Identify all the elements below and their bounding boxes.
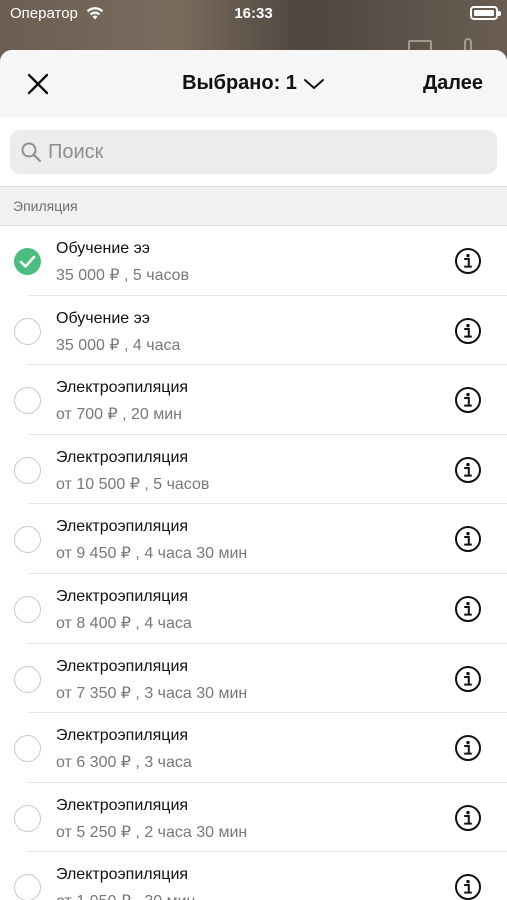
service-row[interactable]: Электроэпиляция от 1 050 ₽ , 30 мин bbox=[0, 852, 507, 900]
radio-unchecked-icon[interactable] bbox=[14, 456, 41, 484]
service-name: Электроэпиляция bbox=[56, 657, 189, 675]
info-icon[interactable] bbox=[454, 525, 482, 553]
service-row[interactable]: Обучение ээ 35 000 ₽ , 4 часа bbox=[0, 296, 507, 366]
radio-unchecked-icon[interactable] bbox=[14, 735, 41, 763]
selected-count-dropdown[interactable]: Выбрано: 1 bbox=[182, 72, 325, 95]
radio-unchecked-icon[interactable] bbox=[14, 874, 41, 900]
status-time: 16:33 bbox=[234, 5, 273, 22]
radio-unchecked-icon[interactable] bbox=[14, 387, 41, 415]
service-price-duration: от 9 450 ₽ , 4 часа 30 мин bbox=[56, 545, 248, 563]
service-price-duration: от 700 ₽ , 20 мин bbox=[56, 406, 182, 424]
service-row[interactable]: Электроэпиляция от 7 350 ₽ , 3 часа 30 ми… bbox=[0, 644, 507, 714]
info-icon[interactable] bbox=[454, 317, 482, 345]
radio-unchecked-icon[interactable] bbox=[14, 804, 41, 832]
service-row[interactable]: Электроэпиляция от 5 250 ₽ , 2 часа 30 ми… bbox=[0, 783, 507, 853]
service-price-duration: 35 000 ₽ , 4 часа bbox=[56, 336, 181, 354]
service-row[interactable]: Электроэпиляция от 700 ₽ , 20 мин bbox=[0, 365, 507, 435]
battery-icon bbox=[470, 6, 501, 20]
radio-unchecked-icon[interactable] bbox=[14, 665, 41, 693]
service-name: Электроэпиляция bbox=[56, 587, 189, 605]
service-row[interactable]: Электроэпиляция от 8 400 ₽ , 4 часа bbox=[0, 574, 507, 644]
info-icon[interactable] bbox=[454, 595, 482, 623]
service-row[interactable]: Электроэпиляция от 10 500 ₽ , 5 часов bbox=[0, 435, 507, 505]
navbar: Выбрано: 1 Далее bbox=[0, 50, 507, 118]
service-row[interactable]: Электроэпиляция от 6 300 ₽ , 3 часа bbox=[0, 713, 507, 783]
service-name: Обучение ээ bbox=[56, 309, 150, 327]
info-icon[interactable] bbox=[454, 873, 482, 900]
chevron-down-icon bbox=[303, 78, 324, 89]
search-icon bbox=[21, 142, 42, 163]
status-bar: Оператор 16:33 bbox=[0, 0, 507, 28]
radio-unchecked-icon[interactable] bbox=[14, 317, 41, 345]
info-icon[interactable] bbox=[454, 665, 482, 693]
service-row[interactable]: Электроэпиляция от 9 450 ₽ , 4 часа 30 ми… bbox=[0, 504, 507, 574]
service-price-duration: 35 000 ₽ , 5 часов bbox=[56, 267, 190, 284]
search-container: Поиск bbox=[0, 118, 507, 186]
info-icon[interactable] bbox=[454, 734, 482, 762]
search-placeholder: Поиск bbox=[48, 140, 104, 163]
info-icon[interactable] bbox=[454, 386, 482, 414]
service-row[interactable]: Обучение ээ 35 000 ₽ , 5 часов bbox=[0, 226, 507, 296]
service-list: Обучение ээ 35 000 ₽ , 5 часов Обучение ээ… bbox=[0, 226, 507, 900]
info-icon[interactable] bbox=[454, 804, 482, 832]
service-name: Электроэпиляция bbox=[56, 866, 189, 884]
service-price-duration: от 5 250 ₽ , 2 часа 30 мин bbox=[56, 823, 248, 841]
info-icon[interactable] bbox=[454, 247, 482, 275]
page-title: Выбрано: 1 bbox=[182, 72, 297, 94]
checkmark-icon[interactable] bbox=[14, 248, 41, 275]
service-price-duration: от 8 400 ₽ , 4 часа bbox=[56, 614, 192, 632]
info-icon[interactable] bbox=[454, 456, 482, 484]
section-header: Эпиляция bbox=[0, 186, 507, 226]
radio-unchecked-icon[interactable] bbox=[14, 526, 41, 554]
service-price-duration: от 6 300 ₽ , 3 часа bbox=[56, 754, 192, 772]
service-name: Обучение ээ bbox=[56, 240, 150, 257]
next-button[interactable]: Далее bbox=[423, 72, 483, 95]
selection-sheet: Выбрано: 1 Далее Поиск Эпиляция Обучение… bbox=[0, 50, 507, 900]
service-name: Электроэпиляция bbox=[56, 727, 189, 745]
service-price-duration: от 1 050 ₽ , 30 мин bbox=[56, 891, 195, 900]
radio-unchecked-icon[interactable] bbox=[14, 595, 41, 623]
service-name: Электроэпиляция bbox=[56, 448, 189, 466]
search-input[interactable]: Поиск bbox=[10, 130, 497, 174]
service-name: Электроэпиляция bbox=[56, 379, 189, 397]
service-price-duration: от 7 350 ₽ , 3 часа 30 мин bbox=[56, 684, 248, 702]
service-price-duration: от 10 500 ₽ , 5 часов bbox=[56, 475, 210, 493]
service-name: Электроэпиляция bbox=[56, 796, 189, 814]
service-name: Электроэпиляция bbox=[56, 518, 189, 536]
